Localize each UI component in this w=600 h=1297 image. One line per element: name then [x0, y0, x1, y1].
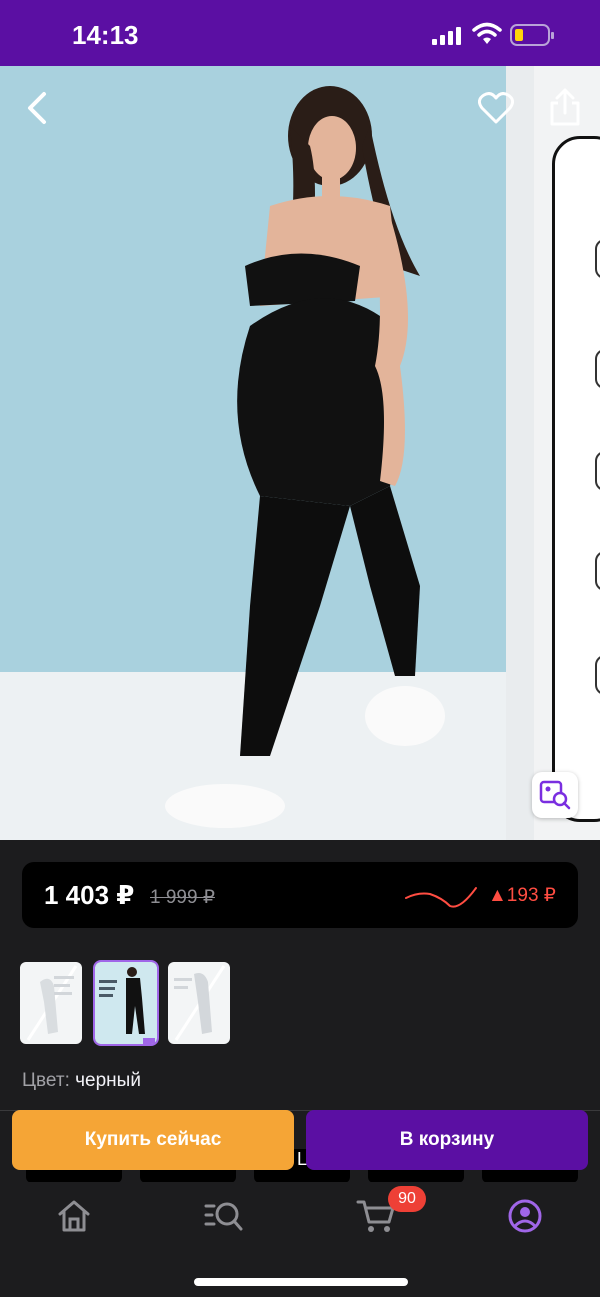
home-indicator: [194, 1278, 408, 1286]
price-change: ▲193 ₽: [488, 885, 556, 906]
cellular-signal-icon: [432, 27, 461, 45]
status-time: 14:13: [72, 20, 139, 50]
model-figure: [165, 86, 445, 828]
visual-search-button[interactable]: [532, 772, 578, 818]
tab-catalog[interactable]: [202, 1196, 246, 1236]
add-to-cart-button[interactable]: В корзину: [306, 1110, 588, 1170]
color-value: черный: [75, 1070, 141, 1091]
home-icon: [58, 1200, 90, 1232]
color-selector: Цвет: черный: [22, 1070, 141, 1092]
back-button[interactable]: [18, 86, 54, 130]
current-price: 1 403 ₽: [44, 880, 135, 910]
price-history-sparkline: [405, 887, 477, 908]
price-card[interactable]: 1 403 ₽ 1 999 ₽ ▲193 ₽: [22, 862, 578, 928]
favorite-button[interactable]: [474, 86, 518, 130]
tab-profile[interactable]: [503, 1196, 547, 1236]
buy-now-button[interactable]: Купить сейчас: [12, 1110, 294, 1170]
battery-icon: [510, 24, 554, 46]
heart-icon: [478, 92, 514, 124]
thumbnail-1[interactable]: [20, 962, 82, 1044]
wifi-icon: [472, 22, 502, 44]
share-icon: [550, 88, 580, 126]
old-price: 1 999 ₽: [150, 887, 215, 908]
product-gallery[interactable]: [0, 66, 600, 840]
next-image-preview[interactable]: [552, 136, 600, 822]
cart-count-badge: 90: [388, 1186, 426, 1212]
share-button[interactable]: [544, 84, 586, 130]
profile-icon: [508, 1199, 542, 1233]
thumbnail-2[interactable]: [93, 960, 159, 1046]
tab-home[interactable]: [52, 1196, 96, 1236]
back-chevron-icon: [28, 92, 46, 124]
color-label: Цвет:: [22, 1070, 70, 1091]
thumbnail-3[interactable]: [168, 962, 230, 1044]
catalog-search-icon: [204, 1202, 243, 1231]
product-photo: [0, 66, 506, 840]
status-bar: 14:13: [0, 0, 600, 66]
visual-search-icon: [539, 780, 571, 810]
